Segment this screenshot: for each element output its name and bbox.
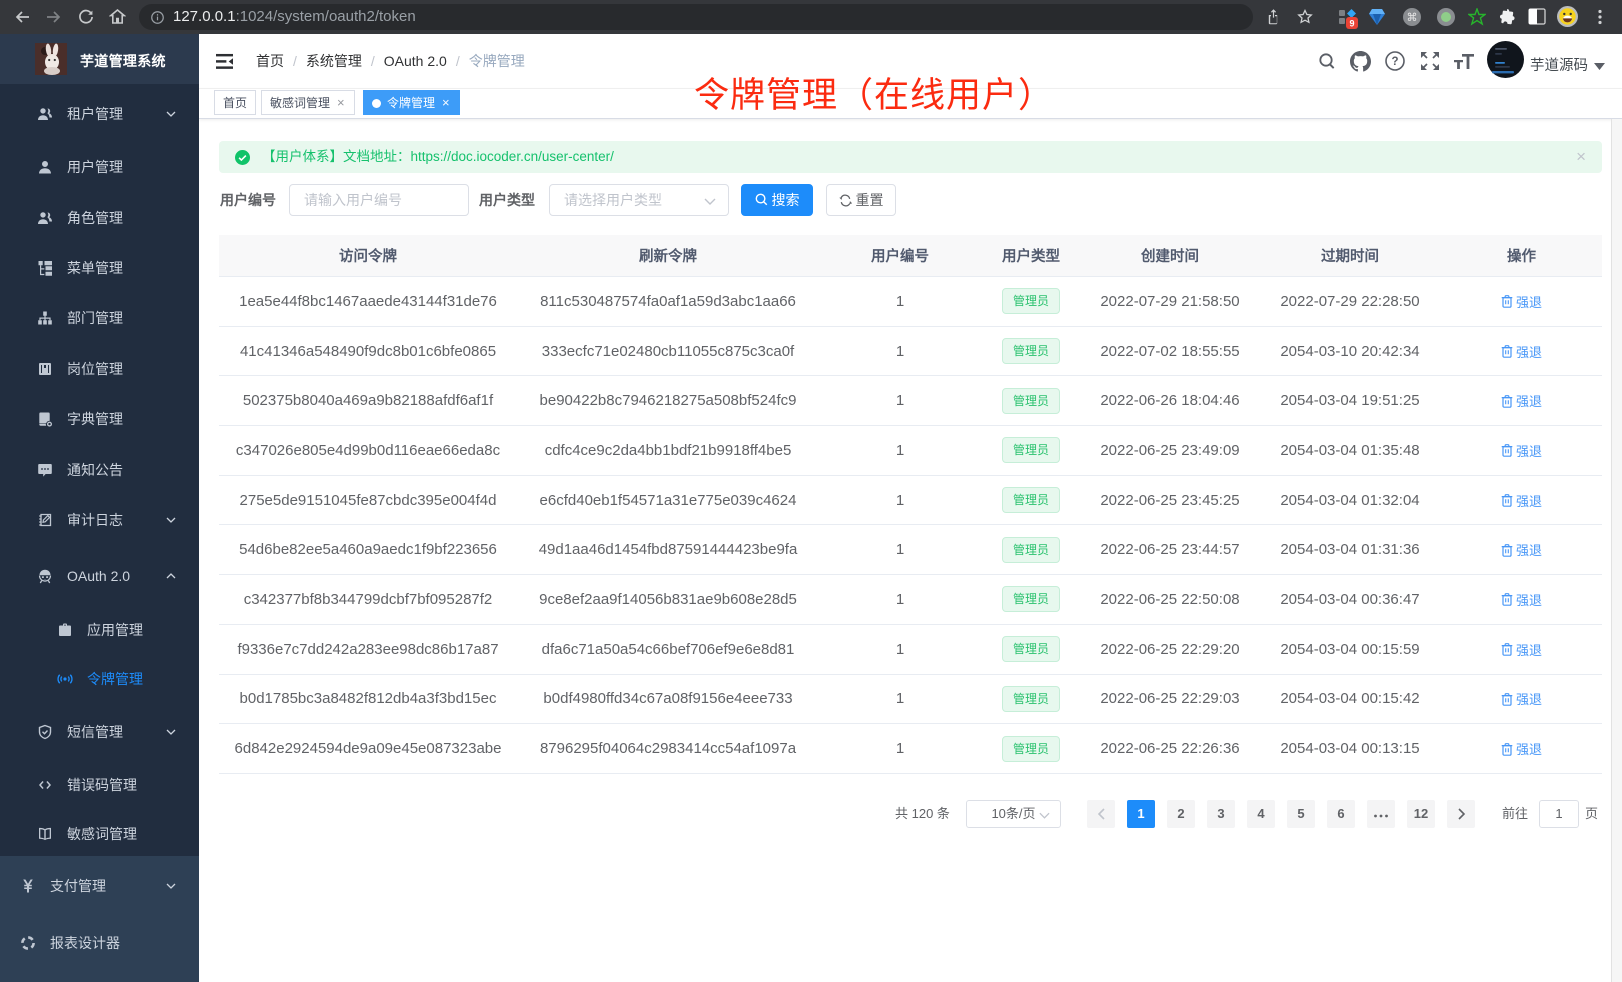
svg-text:9: 9	[1349, 19, 1354, 29]
svg-text:⌘: ⌘	[1407, 12, 1418, 24]
